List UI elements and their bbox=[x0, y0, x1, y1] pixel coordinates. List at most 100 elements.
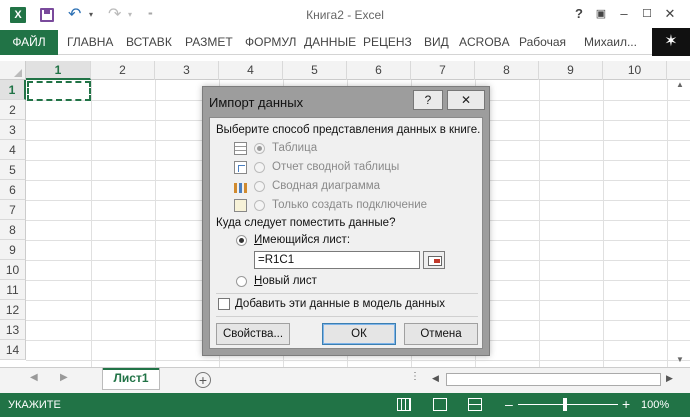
radio-new-sheet[interactable] bbox=[236, 276, 247, 287]
scroll-up-icon[interactable]: ▲ bbox=[676, 80, 684, 89]
add-to-data-model-checkbox[interactable] bbox=[218, 298, 230, 310]
page-layout-view-icon[interactable] bbox=[433, 398, 447, 411]
reference-input[interactable]: =R1C1 bbox=[254, 251, 420, 269]
collapse-dialog-icon[interactable] bbox=[423, 251, 445, 269]
tab-view[interactable]: ВИД bbox=[424, 30, 449, 55]
dialog-body: Выберите способ представления данных в к… bbox=[209, 117, 483, 349]
zoom-level[interactable]: 100% bbox=[641, 399, 669, 411]
tab-page-layout[interactable]: РАЗМЕТ bbox=[185, 30, 233, 55]
import-data-dialog: Импорт данных ? ✕ Выберите способ предст… bbox=[202, 86, 490, 356]
sheet-tab-active[interactable]: Лист1 bbox=[102, 368, 160, 390]
close-button[interactable]: ✕ bbox=[659, 3, 681, 25]
gridline bbox=[667, 80, 668, 367]
tab-data[interactable]: ДАННЫЕ bbox=[304, 30, 356, 55]
row-header[interactable]: 12 bbox=[0, 300, 26, 320]
user-account[interactable]: Михаил... bbox=[584, 30, 637, 55]
gridline bbox=[539, 80, 540, 367]
splitter-icon[interactable]: ⋮ bbox=[410, 371, 420, 382]
user-avatar[interactable]: ✶ bbox=[652, 28, 690, 56]
gridline bbox=[91, 80, 92, 367]
active-cell-r1c1[interactable] bbox=[27, 81, 91, 101]
column-header[interactable]: 6 bbox=[347, 61, 411, 80]
radio-connection-only[interactable] bbox=[254, 200, 265, 211]
scroll-right-icon[interactable]: ▶ bbox=[666, 373, 673, 384]
next-sheet-icon[interactable]: ▶ bbox=[60, 372, 68, 383]
add-sheet-button[interactable]: + bbox=[195, 372, 211, 388]
scroll-down-icon[interactable]: ▼ bbox=[676, 355, 684, 364]
row-header[interactable]: 9 bbox=[0, 240, 26, 260]
tab-team[interactable]: Рабочая bbox=[519, 30, 566, 55]
sheet-tabs-bar: ◀ ▶ Лист1 + ⋮ ◀ ▶ bbox=[0, 367, 690, 393]
divider bbox=[216, 316, 478, 317]
maximize-button[interactable]: ☐ bbox=[636, 3, 658, 25]
zoom-slider[interactable] bbox=[518, 404, 618, 405]
column-header[interactable]: 8 bbox=[475, 61, 539, 80]
radio-existing-sheet[interactable] bbox=[236, 235, 247, 246]
properties-button[interactable]: Свойства... bbox=[216, 323, 290, 345]
prev-sheet-icon[interactable]: ◀ bbox=[30, 372, 38, 383]
existing-sheet-label: Имеющийся лист: bbox=[254, 234, 351, 246]
dialog-help-button[interactable]: ? bbox=[413, 90, 443, 110]
dialog-close-button[interactable]: ✕ bbox=[447, 90, 485, 110]
status-mode: УКАЖИТЕ bbox=[8, 399, 61, 411]
row-header[interactable]: 5 bbox=[0, 160, 26, 180]
tab-home[interactable]: ГЛАВНА bbox=[67, 30, 113, 55]
zoom-out-button[interactable]: – bbox=[505, 396, 513, 412]
option-pivot-table-label: Отчет сводной таблицы bbox=[272, 161, 400, 173]
row-header[interactable]: 2 bbox=[0, 100, 26, 120]
zoom-slider-thumb[interactable] bbox=[563, 398, 567, 411]
ribbon-tabs: ФАЙЛ ГЛАВНА ВСТАВК РАЗМЕТ ФОРМУЛ ДАННЫЕ … bbox=[0, 30, 690, 55]
ribbon-display-options-button[interactable]: ▣ bbox=[590, 3, 612, 25]
radio-pivot-table[interactable] bbox=[254, 162, 265, 173]
column-header[interactable]: 10 bbox=[603, 61, 667, 80]
tab-file[interactable]: ФАЙЛ bbox=[0, 30, 58, 55]
row-header[interactable]: 4 bbox=[0, 140, 26, 160]
row-header[interactable]: 1 bbox=[0, 80, 26, 100]
column-header[interactable]: 5 bbox=[283, 61, 347, 80]
tab-formulas[interactable]: ФОРМУЛ bbox=[245, 30, 296, 55]
dialog-title: Импорт данных bbox=[209, 95, 304, 110]
row-header[interactable]: 3 bbox=[0, 120, 26, 140]
normal-view-icon[interactable] bbox=[397, 398, 411, 411]
row-header[interactable]: 7 bbox=[0, 200, 26, 220]
tab-acrobat[interactable]: ACROBA bbox=[459, 30, 510, 55]
column-header[interactable]: 3 bbox=[155, 61, 219, 80]
column-header[interactable]: 1 bbox=[26, 61, 91, 80]
row-header[interactable]: 6 bbox=[0, 180, 26, 200]
row-header[interactable]: 8 bbox=[0, 220, 26, 240]
location-prompt: Куда следует поместить данные? bbox=[216, 217, 396, 229]
cancel-button[interactable]: Отмена bbox=[404, 323, 478, 345]
title-bar: X ↶ ▾ ↷ ▾ ⁼ Книга2 - Excel ? ▣ – ☐ ✕ bbox=[0, 0, 690, 30]
horizontal-scrollbar[interactable]: ⋮ ◀ ▶ bbox=[410, 371, 673, 386]
row-header[interactable]: 11 bbox=[0, 280, 26, 300]
radio-table[interactable] bbox=[254, 143, 265, 154]
page-break-view-icon[interactable] bbox=[468, 398, 482, 411]
row-header[interactable]: 13 bbox=[0, 320, 26, 340]
tab-review[interactable]: РЕЦЕНЗ bbox=[363, 30, 412, 55]
column-header[interactable]: 2 bbox=[91, 61, 155, 80]
column-header[interactable]: 4 bbox=[219, 61, 283, 80]
help-button[interactable]: ? bbox=[568, 3, 590, 25]
pivot-table-icon bbox=[234, 161, 247, 174]
tab-insert[interactable]: ВСТАВК bbox=[126, 30, 172, 55]
column-header[interactable]: 7 bbox=[411, 61, 475, 80]
radio-pivot-chart[interactable] bbox=[254, 181, 265, 192]
pivot-chart-icon bbox=[234, 183, 247, 193]
select-all-button[interactable] bbox=[0, 61, 26, 80]
ok-button[interactable]: ОК bbox=[322, 323, 396, 345]
row-header[interactable]: 10 bbox=[0, 260, 26, 280]
column-header[interactable]: 9 bbox=[539, 61, 603, 80]
minimize-button[interactable]: – bbox=[613, 3, 635, 25]
status-bar: УКАЖИТЕ – + 100% bbox=[0, 393, 690, 417]
add-to-data-model-label: Добавить эти данные в модель данных bbox=[235, 298, 445, 310]
zoom-in-button[interactable]: + bbox=[622, 396, 630, 412]
option-table-label: Таблица bbox=[272, 142, 318, 154]
gridline bbox=[26, 360, 690, 361]
option-pivot-chart-label: Сводная диаграмма bbox=[272, 180, 381, 192]
scroll-thumb[interactable] bbox=[446, 373, 661, 386]
scroll-left-icon[interactable]: ◀ bbox=[432, 373, 439, 384]
table-icon bbox=[234, 142, 247, 155]
connection-icon bbox=[234, 199, 247, 212]
row-header[interactable]: 14 bbox=[0, 340, 26, 360]
view-prompt: Выберите способ представления данных в к… bbox=[216, 124, 481, 136]
